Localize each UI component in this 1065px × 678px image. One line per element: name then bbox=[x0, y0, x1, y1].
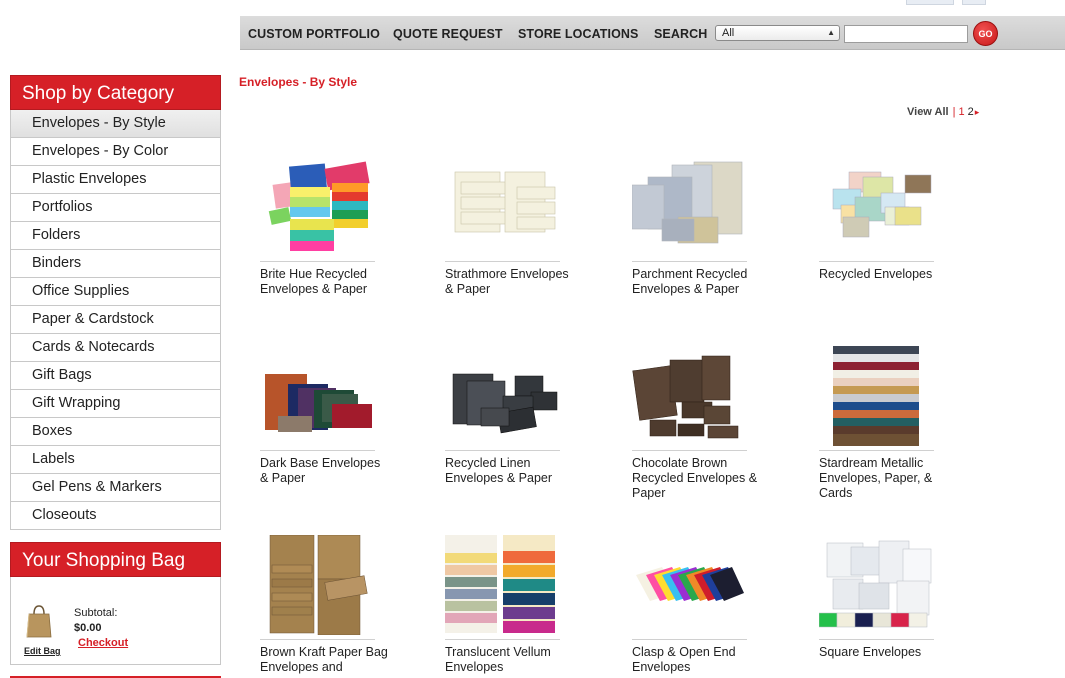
sidebar-item-gift-bags[interactable]: Gift Bags bbox=[10, 362, 221, 390]
product-divider bbox=[260, 639, 375, 640]
product-thumbnail[interactable] bbox=[260, 535, 375, 635]
product-divider bbox=[260, 261, 375, 262]
subtotal-value: $0.00 bbox=[74, 622, 102, 634]
sidebar-item-paper-cardstock[interactable]: Paper & Cardstock bbox=[10, 306, 221, 334]
view-all-link[interactable]: View All bbox=[907, 106, 949, 118]
product-name[interactable]: Square Envelopes bbox=[819, 645, 949, 660]
product-thumbnail[interactable] bbox=[445, 157, 560, 257]
product-name[interactable]: Stardream Metallic Envelopes, Paper, & C… bbox=[819, 456, 949, 501]
sidebar-item-gel-pens-markers[interactable]: Gel Pens & Markers bbox=[10, 474, 221, 502]
product-name[interactable]: Clasp & Open End Envelopes bbox=[632, 645, 762, 675]
shopping-bag-panel: Your Shopping Bag Edit Bag Subtotal: $0.… bbox=[10, 542, 221, 665]
product-thumbnail[interactable] bbox=[445, 535, 560, 635]
product-name[interactable]: Recycled Envelopes bbox=[819, 267, 949, 282]
product-divider bbox=[632, 639, 747, 640]
shopping-bag-title: Your Shopping Bag bbox=[10, 542, 221, 577]
sidebar-item-envelopes-by-color[interactable]: Envelopes - By Color bbox=[10, 138, 221, 166]
product-thumbnail[interactable] bbox=[632, 535, 747, 635]
nav-custom-portfolio[interactable]: CUSTOM PORTFOLIO bbox=[248, 27, 380, 41]
product-divider bbox=[632, 261, 747, 262]
search-category-select[interactable]: All ▲ bbox=[715, 25, 840, 41]
product-name[interactable]: Translucent Vellum Envelopes bbox=[445, 645, 575, 675]
product-divider bbox=[445, 261, 560, 262]
checkout-link[interactable]: Checkout bbox=[78, 637, 128, 649]
sidebar-item-closeouts[interactable]: Closeouts bbox=[10, 502, 221, 530]
search-label: SEARCH bbox=[654, 27, 708, 41]
product-thumbnail[interactable] bbox=[819, 157, 934, 257]
product-divider bbox=[632, 450, 747, 451]
product-divider bbox=[819, 450, 934, 451]
product-divider bbox=[445, 450, 560, 451]
search-input[interactable] bbox=[844, 25, 968, 43]
page-1-link[interactable]: 1 bbox=[958, 106, 964, 118]
sidebar-item-office-supplies[interactable]: Office Supplies bbox=[10, 278, 221, 306]
product-divider bbox=[819, 261, 934, 262]
go-button[interactable]: GO bbox=[973, 21, 998, 46]
sidebar-item-envelopes-by-style[interactable]: Envelopes - By Style bbox=[10, 110, 221, 138]
product-divider bbox=[819, 639, 934, 640]
sidebar-item-folders[interactable]: Folders bbox=[10, 222, 221, 250]
sidebar-item-plastic-envelopes[interactable]: Plastic Envelopes bbox=[10, 166, 221, 194]
top-stub bbox=[962, 0, 986, 5]
select-arrows-icon: ▲ bbox=[827, 28, 835, 37]
pager-separator: | bbox=[952, 106, 956, 118]
product-name[interactable]: Brite Hue Recycled Envelopes & Paper bbox=[260, 267, 390, 297]
product-thumbnail[interactable] bbox=[632, 157, 747, 257]
category-panel-title: Shop by Category bbox=[10, 75, 221, 110]
product-name[interactable]: Brown Kraft Paper Bag Envelopes and bbox=[260, 645, 390, 675]
sidebar-item-portfolios[interactable]: Portfolios bbox=[10, 194, 221, 222]
product-divider bbox=[445, 639, 560, 640]
sidebar-item-binders[interactable]: Binders bbox=[10, 250, 221, 278]
product-name[interactable]: Chocolate Brown Recycled Envelopes & Pap… bbox=[632, 456, 762, 501]
product-name[interactable]: Strathmore Envelopes & Paper bbox=[445, 267, 575, 297]
nav-quote-request[interactable]: QUOTE REQUEST bbox=[393, 27, 503, 41]
sidebar-item-cards-notecards[interactable]: Cards & Notecards bbox=[10, 334, 221, 362]
product-thumbnail[interactable] bbox=[260, 346, 375, 446]
edit-bag-link[interactable]: Edit Bag bbox=[24, 646, 61, 656]
product-thumbnail[interactable] bbox=[819, 346, 934, 446]
product-name[interactable]: Dark Base Envelopes & Paper bbox=[260, 456, 390, 486]
subtotal-label: Subtotal: bbox=[74, 607, 118, 619]
sidebar-item-gift-wrapping[interactable]: Gift Wrapping bbox=[10, 390, 221, 418]
product-thumbnail[interactable] bbox=[445, 346, 560, 446]
product-thumbnail[interactable] bbox=[260, 157, 375, 257]
pagination: View All | 1 2▸ bbox=[907, 106, 979, 118]
search-category-value: All bbox=[722, 27, 735, 39]
nav-store-locations[interactable]: STORE LOCATIONS bbox=[518, 27, 639, 41]
product-thumbnail[interactable] bbox=[819, 535, 934, 635]
page-title: Envelopes - By Style bbox=[239, 75, 358, 89]
category-list: Envelopes - By Style Envelopes - By Color… bbox=[10, 110, 221, 530]
top-stub bbox=[906, 0, 954, 5]
sidebar-item-boxes[interactable]: Boxes bbox=[10, 418, 221, 446]
shopping-bag-icon bbox=[26, 605, 52, 638]
next-page-arrow-icon[interactable]: ▸ bbox=[975, 107, 980, 117]
top-nav-bar: CUSTOM PORTFOLIO QUOTE REQUEST STORE LOC… bbox=[240, 16, 1065, 50]
page-2-link[interactable]: 2 bbox=[968, 106, 974, 118]
category-panel: Shop by Category Envelopes - By Style Env… bbox=[10, 75, 221, 530]
product-thumbnail[interactable] bbox=[632, 346, 747, 446]
sidebar-item-labels[interactable]: Labels bbox=[10, 446, 221, 474]
product-name[interactable]: Parchment Recycled Envelopes & Paper bbox=[632, 267, 762, 297]
product-divider bbox=[260, 450, 375, 451]
product-name[interactable]: Recycled Linen Envelopes & Paper bbox=[445, 456, 575, 486]
